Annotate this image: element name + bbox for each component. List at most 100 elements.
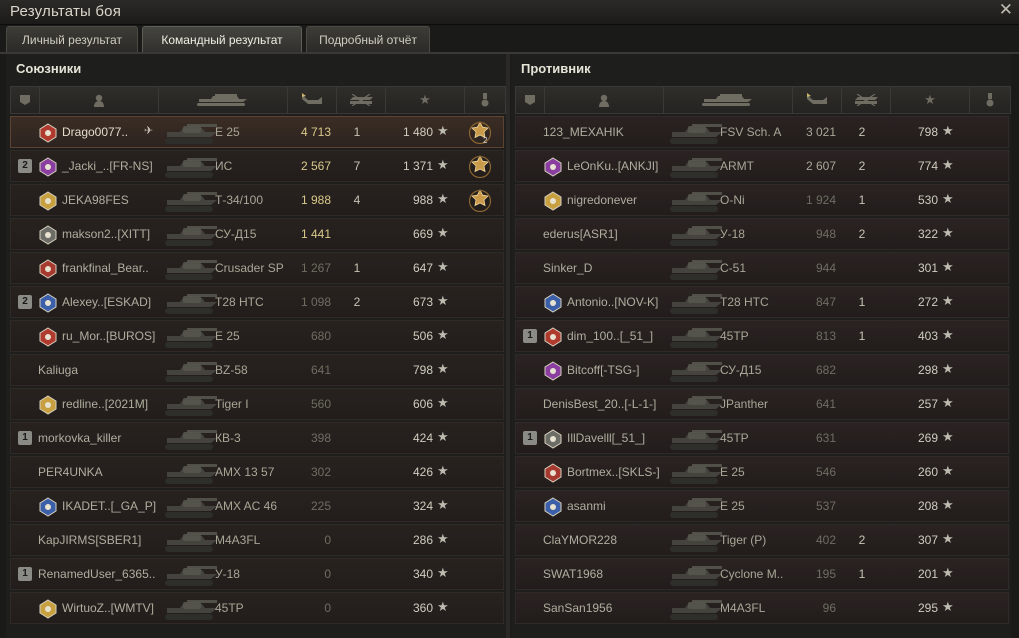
platoon-icon[interactable] (516, 87, 545, 113)
tab-detailed-report[interactable]: Подробный отчёт (306, 26, 430, 53)
table-row[interactable]: Kaliuga BZ-58 641 798 ★ (10, 354, 504, 386)
xp-value: 530 (917, 193, 938, 207)
tank-name: КВ-3 (215, 431, 241, 445)
table-row[interactable]: KapJIRMS[SBER1] M4A3FL 0 286 ★ (10, 524, 504, 556)
tank-icon (666, 187, 728, 215)
xp-value: 1 480 (402, 125, 433, 139)
table-row[interactable]: asanmi E 25 537 208 ★ (515, 490, 1009, 522)
damage-value: 631 (815, 431, 836, 445)
star-icon: ★ (437, 565, 449, 580)
table-row[interactable]: frankfinal_Bear.. Crusader SP 1 267 1 647 ★ (10, 252, 504, 284)
player-name: 123_MEXAHIK (543, 125, 624, 139)
tank-name: E 25 (215, 125, 240, 139)
xp-value: 286 (412, 533, 433, 547)
tank-name: ИС (215, 159, 233, 173)
kills-value: 4 (353, 193, 361, 207)
tank-icon (161, 493, 223, 521)
table-row[interactable]: JEKA98FES Т-34/100 1 988 4 988 ★ (10, 184, 504, 216)
tank-name: 45TP (720, 431, 749, 445)
tank-icon (161, 391, 223, 419)
table-row[interactable]: nigredonever O-Ni 1 924 1 530 ★ (515, 184, 1009, 216)
table-row[interactable]: Antonio..[NOV-K] T28 HTC 847 1 272 ★ (515, 286, 1009, 318)
player-name: Antonio..[NOV-K] (567, 295, 659, 309)
medal-icon[interactable] (468, 189, 492, 213)
table-row[interactable]: IKADET..[_GA_P] AMX AC 46 225 324 ★ (10, 490, 504, 522)
clan-emblem-icon (38, 293, 58, 313)
window-titlebar: Результаты боя ✕ (0, 0, 1019, 25)
star-icon: ★ (437, 361, 449, 376)
table-row[interactable]: SanSan1956 M4A3FL 96 295 ★ (515, 592, 1009, 624)
player-name: _Jacki_..[FR-NS] (62, 159, 153, 173)
damage-icon[interactable] (288, 87, 337, 113)
table-row[interactable]: 2 Alexey..[ESKAD] T28 HTC 1 098 2 673 ★ (10, 286, 504, 318)
kills-icon[interactable] (337, 87, 386, 113)
player-name: WirtuoZ..[WMTV] (62, 601, 154, 615)
star-icon: ★ (942, 225, 954, 240)
table-row[interactable]: Bortmex..[SKLS-] E 25 546 260 ★ (515, 456, 1009, 488)
player-name: DenisBest_20..[-L-1-] (543, 397, 657, 411)
tank-icon (666, 357, 728, 385)
star-icon[interactable]: ★ (386, 87, 465, 113)
clan-emblem-icon (543, 293, 563, 313)
player-name: ederus[ASR1] (543, 227, 618, 241)
table-row[interactable]: ederus[ASR1] У-18 948 2 322 ★ (515, 218, 1009, 250)
table-row[interactable]: redline..[2021M] Tiger I 560 606 ★ (10, 388, 504, 420)
xp-value: 324 (412, 499, 433, 513)
medal-icon[interactable] (468, 121, 492, 145)
enemies-list: 123_MEXAHIK FSV Sch. A3 021 2 798 ★ LeOnKu..[… (515, 116, 1009, 626)
tab-personal-result[interactable]: Личный результат (6, 26, 138, 53)
table-row[interactable]: ru_Mor..[BUROS] E 25 680 506 ★ (10, 320, 504, 352)
medal-icon[interactable] (970, 87, 1010, 113)
table-row[interactable]: SWAT1968 Cyclone M.. 195 1 201 ★ (515, 558, 1009, 590)
tank-icon (161, 119, 223, 147)
table-row[interactable]: Bitcoff[-TSG-] СУ-Д15 682 298 ★ (515, 354, 1009, 386)
damage-value: 680 (310, 329, 331, 343)
table-row[interactable]: makson2..[XITT] СУ-Д15 1 441 669 ★ (10, 218, 504, 250)
tab-team-result[interactable]: Командный результат (142, 26, 302, 53)
table-row[interactable]: Drago0077.. ✈ E 25 4 713 1 1 480 ★ 2 (10, 116, 504, 148)
tank-icon[interactable] (159, 87, 288, 113)
damage-value: 0 (324, 533, 331, 547)
player-icon[interactable] (40, 87, 159, 113)
table-row[interactable]: PER4UNKA AMX 13 57 302 426 ★ (10, 456, 504, 488)
table-row[interactable]: 123_MEXAHIK FSV Sch. A 3 021 2 798 ★ (515, 116, 1009, 148)
tank-name: Т-34/100 (215, 193, 264, 207)
damage-value: 225 (310, 499, 331, 513)
medal-icon[interactable] (468, 155, 492, 179)
xp-value: 673 (412, 295, 433, 309)
table-row[interactable]: 1 RenamedUser_6365.. У-18 0 340 ★ (10, 558, 504, 590)
medal-icon[interactable] (465, 87, 505, 113)
table-row[interactable]: LeOnKu..[ANKJI] ARMT 2 607 2 774 ★ (515, 150, 1009, 182)
star-icon[interactable]: ★ (891, 87, 970, 113)
clan-emblem-icon (543, 157, 563, 177)
table-row[interactable]: Sinker_D С-51 944 301 ★ (515, 252, 1009, 284)
table-row[interactable]: 1 dim_100..[_51_] 45TP 813 1 403 ★ (515, 320, 1009, 352)
player-icon[interactable] (545, 87, 664, 113)
table-row[interactable]: 2 _Jacki_..[FR-NS] ИС 2 567 7 1 371 ★ (10, 150, 504, 182)
player-name: Bitcoff[-TSG-] (567, 363, 640, 377)
player-name: frankfinal_Bear.. (62, 261, 149, 275)
star-icon: ★ (942, 463, 954, 478)
table-row[interactable]: WirtuoZ..[WMTV] 45TP 0 360 ★ (10, 592, 504, 624)
tank-icon (666, 493, 728, 521)
damage-value: 1 441 (300, 227, 331, 241)
tank-icon (666, 425, 728, 453)
player-name: IllDavelll[_51_] (567, 431, 646, 445)
xp-value: 295 (917, 601, 938, 615)
kills-value: 2 (858, 533, 866, 547)
damage-icon[interactable] (793, 87, 842, 113)
kills-value: 1 (858, 295, 866, 309)
close-icon[interactable]: ✕ (999, 0, 1013, 20)
star-icon: ★ (437, 259, 449, 274)
player-name: ClaYMOR228 (543, 533, 618, 547)
damage-value: 560 (310, 397, 331, 411)
tank-icon[interactable] (664, 87, 793, 113)
xp-value: 426 (412, 465, 433, 479)
star-icon: ★ (942, 327, 954, 342)
table-row[interactable]: 1 morkovka_killer КВ-3 398 424 ★ (10, 422, 504, 454)
kills-icon[interactable] (842, 87, 891, 113)
table-row[interactable]: ClaYMOR228 Tiger (P) 402 2 307 ★ (515, 524, 1009, 556)
table-row[interactable]: 1 IllDavelll[_51_] 45TP 631 269 ★ (515, 422, 1009, 454)
platoon-icon[interactable] (11, 87, 40, 113)
table-row[interactable]: DenisBest_20..[-L-1-] JPanther 641 257 ★ (515, 388, 1009, 420)
